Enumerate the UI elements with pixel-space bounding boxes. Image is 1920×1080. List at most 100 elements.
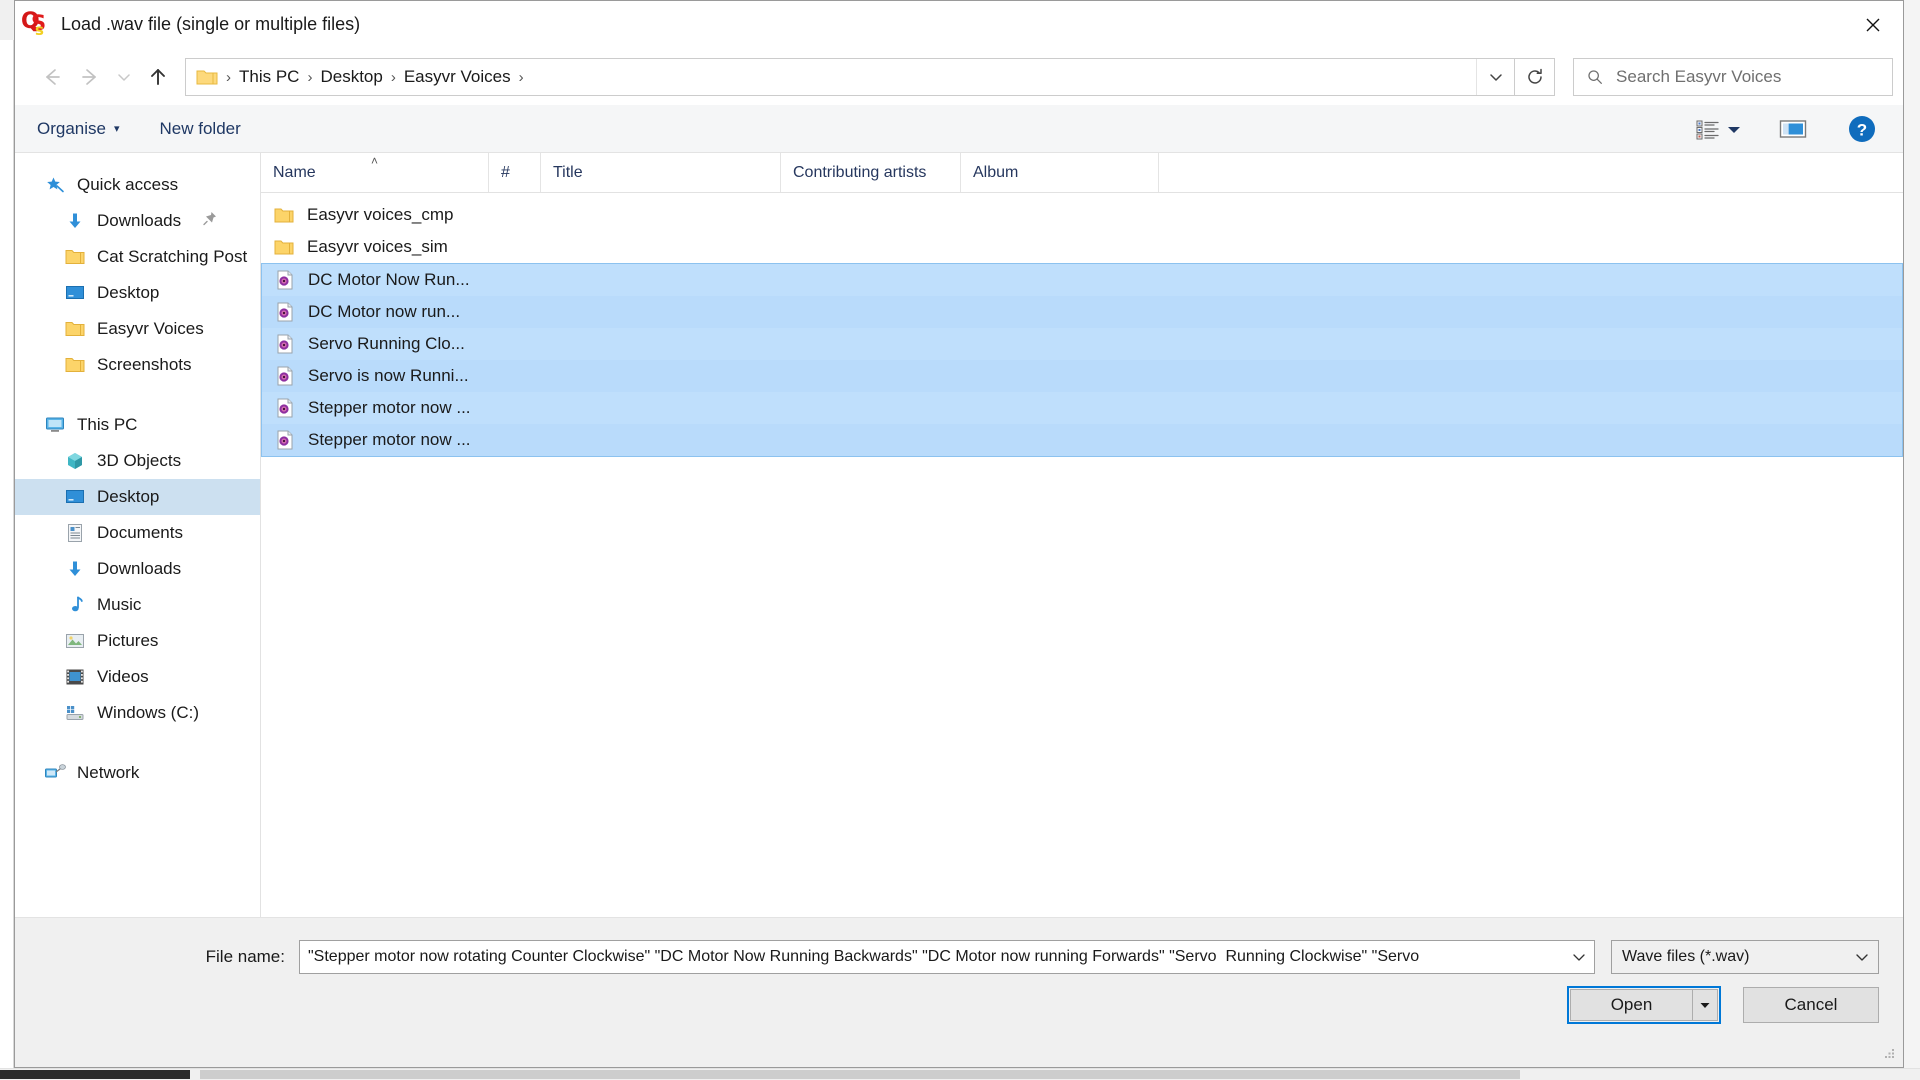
sidebar-item-easyvr-voices[interactable]: Easyvr Voices — [15, 311, 260, 347]
sidebar-label: Videos — [97, 667, 149, 687]
nav-group-network: Network — [15, 755, 260, 791]
chevron-down-icon — [115, 70, 133, 84]
sidebar-item-desktop-quick[interactable]: Desktop — [15, 275, 260, 311]
sidebar-item-screenshots[interactable]: Screenshots — [15, 347, 260, 383]
column-header-contributing-artists[interactable]: Contributing artists — [781, 153, 961, 192]
address-row: › This PC › Desktop › Easyvr Voices › — [15, 49, 1903, 105]
refresh-button[interactable] — [1515, 58, 1555, 96]
sidebar-item-this-pc[interactable]: This PC — [15, 407, 260, 443]
sidebar-item-3d-objects[interactable]: 3D Objects — [15, 443, 260, 479]
organise-button[interactable]: Organise ▾ — [37, 119, 120, 139]
column-header-row: ˄ Name # Title Contributing artists Albu… — [261, 153, 1903, 193]
table-row[interactable]: Servo Running Clo... — [262, 328, 1902, 360]
sidebar-label: Screenshots — [97, 355, 192, 375]
resize-grip-icon[interactable] — [1881, 1045, 1897, 1061]
column-header-name[interactable]: ˄ Name — [261, 153, 489, 192]
sidebar-item-pictures[interactable]: Pictures — [15, 623, 260, 659]
chevron-down-icon — [1853, 950, 1871, 964]
pin-icon[interactable] — [202, 211, 218, 232]
audio-file-icon — [274, 430, 296, 450]
sidebar-label: 3D Objects — [97, 451, 181, 471]
column-label: Name — [273, 164, 316, 182]
qs-logo-icon: QSs — [21, 9, 55, 39]
dialog-button-row: Open Cancel — [1567, 986, 1879, 1024]
forward-button[interactable] — [71, 58, 109, 96]
background-horizontal-scrollbar[interactable] — [0, 1068, 1920, 1080]
new-folder-button[interactable]: New folder — [160, 119, 241, 139]
column-header-album[interactable]: Album — [961, 153, 1159, 192]
sidebar-item-windows-c[interactable]: Windows (C:) — [15, 695, 260, 731]
filetype-value: Wave files (*.wav) — [1612, 948, 1846, 966]
open-button[interactable]: Open — [1570, 989, 1692, 1021]
up-button[interactable] — [139, 58, 177, 96]
open-button-group: Open — [1567, 986, 1721, 1024]
view-options-button[interactable] — [1695, 118, 1721, 140]
chevron-down-icon — [1487, 70, 1505, 84]
file-list[interactable]: Easyvr voices_cmp Easyvr voices_sim — [261, 193, 1903, 917]
table-row[interactable]: Easyvr voices_cmp — [261, 199, 1903, 231]
open-dropdown-button[interactable] — [1692, 989, 1718, 1021]
sidebar-item-videos[interactable]: Videos — [15, 659, 260, 695]
background-scrollbar-cap — [0, 1070, 190, 1079]
sidebar-label: Network — [77, 763, 139, 783]
column-header-title[interactable]: Title — [541, 153, 781, 192]
help-button[interactable]: ? — [1847, 114, 1877, 144]
sidebar-item-cat-scratching-post[interactable]: Cat Scratching Post — [15, 239, 260, 275]
cancel-button[interactable]: Cancel — [1743, 987, 1879, 1023]
address-dropdown-button[interactable] — [1476, 59, 1514, 95]
sidebar-item-downloads[interactable]: Downloads — [15, 203, 260, 239]
folder-icon — [273, 207, 295, 224]
sidebar-item-network[interactable]: Network — [15, 755, 260, 791]
table-row[interactable]: DC Motor now run... — [262, 296, 1902, 328]
address-bar[interactable]: › This PC › Desktop › Easyvr Voices › — [185, 58, 1515, 96]
sidebar-label: Downloads — [97, 211, 181, 231]
folder-icon — [63, 356, 87, 374]
search-box[interactable] — [1573, 58, 1893, 96]
nav-spacer — [15, 735, 260, 755]
sidebar-label: Desktop — [97, 487, 159, 507]
filename-input[interactable] — [300, 948, 1564, 966]
drive-icon — [63, 704, 87, 722]
preview-pane-button[interactable] — [1779, 118, 1807, 140]
file-name: DC Motor now run... — [308, 302, 460, 322]
filename-field[interactable] — [299, 940, 1595, 974]
sidebar-item-quick-access[interactable]: Quick access — [15, 167, 260, 203]
table-row[interactable]: Servo is now Runni... — [262, 360, 1902, 392]
file-name: Stepper motor now ... — [308, 430, 471, 450]
recent-locations-button[interactable] — [109, 58, 139, 96]
sidebar-item-desktop[interactable]: Desktop — [15, 479, 260, 515]
sidebar-item-music[interactable]: Music — [15, 587, 260, 623]
search-input[interactable] — [1616, 67, 1892, 87]
3d-objects-icon — [63, 451, 87, 471]
file-name: Stepper motor now ... — [308, 398, 471, 418]
breadcrumb-separator: › — [305, 69, 314, 86]
filetype-dropdown-icon[interactable] — [1846, 950, 1878, 964]
breadcrumb-item-2[interactable]: Easyvr Voices — [398, 67, 517, 87]
breadcrumb-item-1[interactable]: Desktop — [314, 67, 388, 87]
sidebar-item-downloads-pc[interactable]: Downloads — [15, 551, 260, 587]
sidebar-item-documents[interactable]: Documents — [15, 515, 260, 551]
view-options-dropdown-button[interactable] — [1725, 122, 1743, 136]
table-row[interactable]: Easyvr voices_sim — [261, 231, 1903, 263]
back-button[interactable] — [33, 58, 71, 96]
table-row[interactable]: DC Motor Now Run... — [262, 264, 1902, 296]
table-row[interactable]: Stepper motor now ... — [262, 392, 1902, 424]
filetype-select[interactable]: Wave files (*.wav) — [1611, 940, 1879, 974]
desktop-icon — [63, 488, 87, 506]
filename-row: File name: Wave files (*.wav) — [15, 940, 1903, 974]
sidebar-label: Cat Scratching Post — [97, 247, 247, 267]
download-icon — [63, 211, 87, 231]
filename-dropdown-button[interactable] — [1564, 950, 1594, 964]
background-scrollbar-thumb[interactable] — [200, 1070, 1520, 1079]
nav-group-quick-access: Quick access Downloads — [15, 167, 260, 383]
table-row[interactable]: Stepper motor now ... — [262, 424, 1902, 456]
breadcrumb-item-0[interactable]: This PC — [233, 67, 305, 87]
help-icon: ? — [1847, 114, 1877, 144]
new-folder-label: New folder — [160, 119, 241, 139]
close-button[interactable] — [1843, 1, 1903, 48]
documents-icon — [63, 523, 87, 543]
column-header-track-number[interactable]: # — [489, 153, 541, 192]
sidebar-label: Music — [97, 595, 141, 615]
nav-spacer — [15, 387, 260, 407]
navigation-pane: Quick access Downloads — [15, 153, 261, 917]
